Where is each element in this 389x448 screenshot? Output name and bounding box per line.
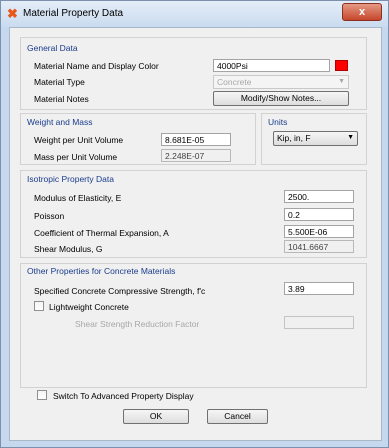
units-value: Kip, in, F xyxy=(277,133,311,143)
material-type-select[interactable]: Concrete ▼ xyxy=(213,75,349,89)
thermal-expansion-input[interactable]: 5.500E-06 xyxy=(284,225,354,238)
compressive-strength-input[interactable]: 3.89 xyxy=(284,282,354,295)
shear-strength-reduction-input xyxy=(284,316,354,329)
general-data-header: General Data xyxy=(27,43,78,53)
app-icon: ✖ xyxy=(7,6,18,21)
dialog-body: General Data Material Name and Display C… xyxy=(9,27,382,441)
close-icon: x xyxy=(358,6,366,18)
units-header: Units xyxy=(268,117,288,127)
isotropic-property-header: Isotropic Property Data xyxy=(27,174,114,184)
lightweight-concrete-checkbox[interactable] xyxy=(34,301,44,311)
material-type-value: Concrete xyxy=(217,77,252,87)
weight-mass-group: Weight and Mass Weight per Unit Volume 8… xyxy=(20,113,256,165)
lightweight-concrete-label: Lightweight Concrete xyxy=(49,302,129,312)
units-group: Units Kip, in, F ▼ xyxy=(261,113,367,165)
display-color-swatch[interactable] xyxy=(335,60,348,71)
advanced-display-label: Switch To Advanced Property Display xyxy=(53,391,194,401)
concrete-properties-header: Other Properties for Concrete Materials xyxy=(27,266,176,276)
thermal-expansion-label: Coefficient of Thermal Expansion, A xyxy=(34,228,169,238)
concrete-properties-group: Other Properties for Concrete Materials … xyxy=(20,263,367,388)
general-data-group: General Data Material Name and Display C… xyxy=(20,37,367,110)
modify-show-notes-button[interactable]: Modify/Show Notes... xyxy=(213,91,349,106)
mass-per-unit-volume-value: 2.248E-07 xyxy=(161,149,231,162)
cancel-button[interactable]: Cancel xyxy=(207,409,268,424)
material-name-label: Material Name and Display Color xyxy=(34,61,159,71)
weight-per-unit-volume-input[interactable]: 8.681E-05 xyxy=(161,133,231,146)
weight-mass-header: Weight and Mass xyxy=(27,117,93,127)
modulus-elasticity-input[interactable]: 2500. xyxy=(284,190,354,203)
advanced-display-checkbox[interactable] xyxy=(37,390,47,400)
compressive-strength-label: Specified Concrete Compressive Strength,… xyxy=(34,286,206,296)
material-property-dialog: ✖ Material Property Data x General Data … xyxy=(0,0,389,448)
units-select[interactable]: Kip, in, F ▼ xyxy=(273,131,358,146)
window-title: Material Property Data xyxy=(23,8,124,19)
weight-per-unit-volume-label: Weight per Unit Volume xyxy=(34,135,124,145)
material-notes-label: Material Notes xyxy=(34,94,89,104)
material-name-input[interactable]: 4000Psi xyxy=(213,59,330,72)
mass-per-unit-volume-label: Mass per Unit Volume xyxy=(34,152,118,162)
modulus-elasticity-label: Modulus of Elasticity, E xyxy=(34,193,122,203)
chevron-down-icon: ▼ xyxy=(347,134,354,141)
poisson-label: Poisson xyxy=(34,211,65,221)
title-bar: ✖ Material Property Data x xyxy=(1,1,388,27)
shear-strength-reduction-label: Shear Strength Reduction Factor xyxy=(75,319,200,329)
material-type-label: Material Type xyxy=(34,77,85,87)
shear-modulus-value: 1041.6667 xyxy=(284,240,354,253)
shear-modulus-label: Shear Modulus, G xyxy=(34,244,103,254)
ok-button[interactable]: OK xyxy=(123,409,189,424)
chevron-down-icon: ▼ xyxy=(338,78,345,85)
poisson-input[interactable]: 0.2 xyxy=(284,208,354,221)
close-button[interactable]: x xyxy=(342,3,382,21)
isotropic-property-group: Isotropic Property Data Modulus of Elast… xyxy=(20,170,367,258)
